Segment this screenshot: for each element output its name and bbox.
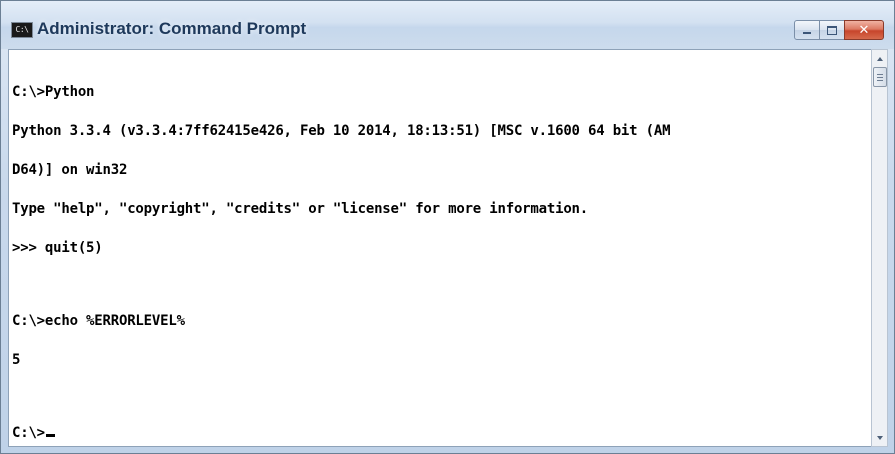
cmd-icon[interactable]: C:\ <box>11 22 33 38</box>
console-prompt-line[interactable]: C:\> <box>12 425 670 441</box>
grip-icon <box>877 79 883 81</box>
scroll-up-button[interactable] <box>872 50 887 67</box>
window-title: Administrator: Command Prompt <box>37 19 307 38</box>
console-line: C:\>echo %ERRORLEVEL% <box>12 313 185 329</box>
minimize-icon <box>803 32 811 34</box>
scroll-thumb[interactable] <box>873 67 887 87</box>
scroll-down-button[interactable] <box>872 429 887 446</box>
close-button[interactable]: ✕ <box>844 20 884 40</box>
maximize-button[interactable] <box>819 20 845 40</box>
console-text: C:\>Python Python 3.3.4 (v3.3.4:7ff62415… <box>12 60 671 446</box>
caption-buttons: ✕ <box>794 20 884 40</box>
console-line: D64)] on win32 <box>12 162 128 178</box>
console-prompt: C:\> <box>12 425 45 441</box>
console-line: Python 3.3.4 (v3.3.4:7ff62415e426, Feb 1… <box>12 123 671 139</box>
title-bar[interactable]: C:\ Administrator: Command Prompt ✕ <box>1 1 894 49</box>
maximize-icon <box>827 25 837 35</box>
console-line: Type "help", "copyright", "credits" or "… <box>12 201 589 217</box>
minimize-button[interactable] <box>794 20 820 40</box>
vertical-scrollbar[interactable] <box>871 49 888 447</box>
close-icon: ✕ <box>858 22 870 38</box>
console-line: 5 <box>12 352 21 368</box>
grip-icon <box>877 76 883 78</box>
console-line: C:\>Python <box>12 84 95 100</box>
console-output[interactable]: C:\>Python Python 3.3.4 (v3.3.4:7ff62415… <box>8 49 872 447</box>
chevron-down-icon <box>876 435 883 440</box>
console-line: >>> quit(5) <box>12 240 103 256</box>
command-prompt-window: C:\ Administrator: Command Prompt ✕ C:\>… <box>0 0 895 454</box>
chevron-up-icon <box>876 56 883 61</box>
text-cursor <box>45 434 55 437</box>
grip-icon <box>877 73 883 75</box>
